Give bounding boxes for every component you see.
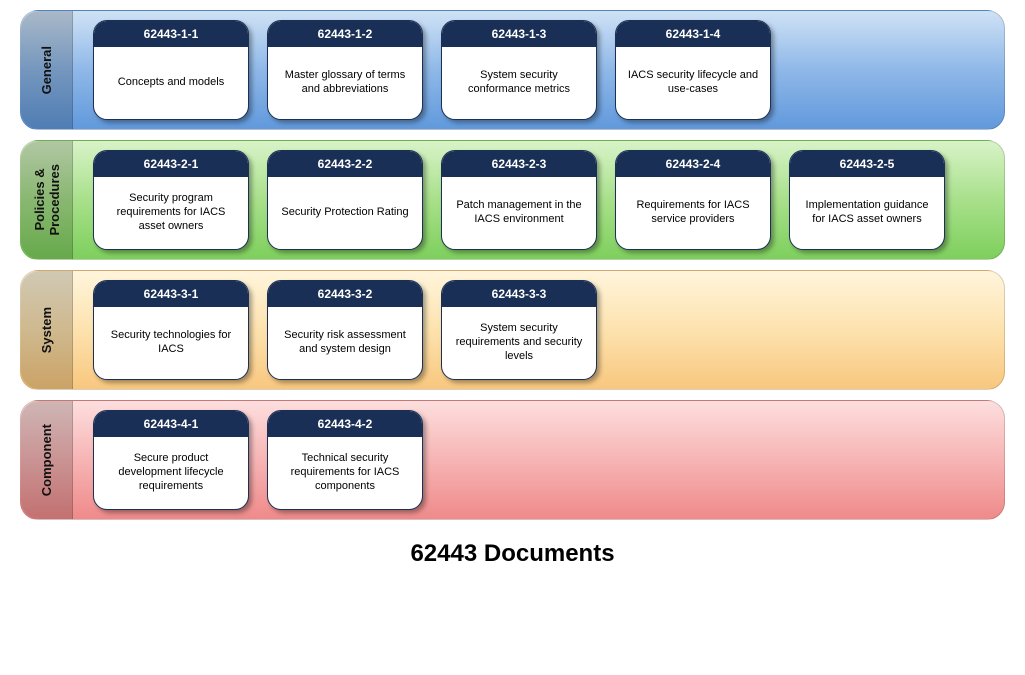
card-code: 62443-1-4 [616,21,770,47]
card-desc: Security Protection Rating [268,177,422,249]
cards-wrap: 62443-3-1Security technologies for IACS6… [93,280,597,380]
card-62443-2-1: 62443-2-1Security program requirements f… [93,150,249,250]
card-62443-4-2: 62443-4-2Technical security requirements… [267,410,423,510]
row-label-text: Policies & Procedures [32,164,62,236]
card-desc: Implementation guidance for IACS asset o… [790,177,944,249]
card-code: 62443-4-2 [268,411,422,437]
card-62443-2-2: 62443-2-2Security Protection Rating [267,150,423,250]
card-62443-1-3: 62443-1-3System security conformance met… [441,20,597,120]
card-desc: System security conformance metrics [442,47,596,119]
row-label-text: Component [39,424,54,496]
card-desc: Technical security requirements for IACS… [268,437,422,509]
row-component: Component 62443-4-1Secure product develop… [20,400,1005,520]
cards-wrap: 62443-1-1Concepts and models62443-1-2Mas… [93,20,771,120]
row-label-system: System [21,271,73,389]
card-62443-2-5: 62443-2-5Implementation guidance for IAC… [789,150,945,250]
card-62443-1-1: 62443-1-1Concepts and models [93,20,249,120]
card-desc: Security risk assessment and system desi… [268,307,422,379]
card-code: 62443-3-2 [268,281,422,307]
card-desc: Security technologies for IACS [94,307,248,379]
card-code: 62443-3-1 [94,281,248,307]
card-desc: Security program requirements for IACS a… [94,177,248,249]
row-label-general: General [21,11,73,129]
card-62443-3-2: 62443-3-2Security risk assessment and sy… [267,280,423,380]
page-title: 62443 Documents [20,540,1005,568]
row-label-policies: Policies & Procedures [21,141,73,259]
card-code: 62443-3-3 [442,281,596,307]
card-desc: Concepts and models [94,47,248,119]
card-62443-1-2: 62443-1-2Master glossary of terms and ab… [267,20,423,120]
card-desc: Master glossary of terms and abbreviatio… [268,47,422,119]
card-62443-1-4: 62443-1-4IACS security lifecycle and use… [615,20,771,120]
card-62443-2-4: 62443-2-4Requirements for IACS service p… [615,150,771,250]
card-code: 62443-1-3 [442,21,596,47]
row-label-component: Component [21,401,73,519]
card-desc: IACS security lifecycle and use-cases [616,47,770,119]
card-code: 62443-2-5 [790,151,944,177]
card-62443-3-1: 62443-3-1Security technologies for IACS [93,280,249,380]
card-desc: Patch management in the IACS environment [442,177,596,249]
card-62443-4-1: 62443-4-1Secure product development life… [93,410,249,510]
card-62443-3-3: 62443-3-3System security requirements an… [441,280,597,380]
card-desc: System security requirements and securit… [442,307,596,379]
row-label-text: General [39,46,54,94]
row-system: System 62443-3-1Security technologies for… [20,270,1005,390]
card-code: 62443-1-2 [268,21,422,47]
rows-container: General62443-1-1Concepts and models62443… [20,10,1005,520]
row-general: General62443-1-1Concepts and models62443… [20,10,1005,130]
card-code: 62443-2-1 [94,151,248,177]
card-code: 62443-2-2 [268,151,422,177]
card-desc: Requirements for IACS service providers [616,177,770,249]
cards-wrap: 62443-4-1Secure product development life… [93,410,423,510]
card-code: 62443-2-4 [616,151,770,177]
card-code: 62443-1-1 [94,21,248,47]
card-desc: Secure product development lifecycle req… [94,437,248,509]
row-policies: Policies & Procedures 62443-2-1Security p… [20,140,1005,260]
row-label-text: System [39,307,54,353]
card-code: 62443-4-1 [94,411,248,437]
card-62443-2-3: 62443-2-3Patch management in the IACS en… [441,150,597,250]
cards-wrap: 62443-2-1Security program requirements f… [93,150,945,250]
card-code: 62443-2-3 [442,151,596,177]
